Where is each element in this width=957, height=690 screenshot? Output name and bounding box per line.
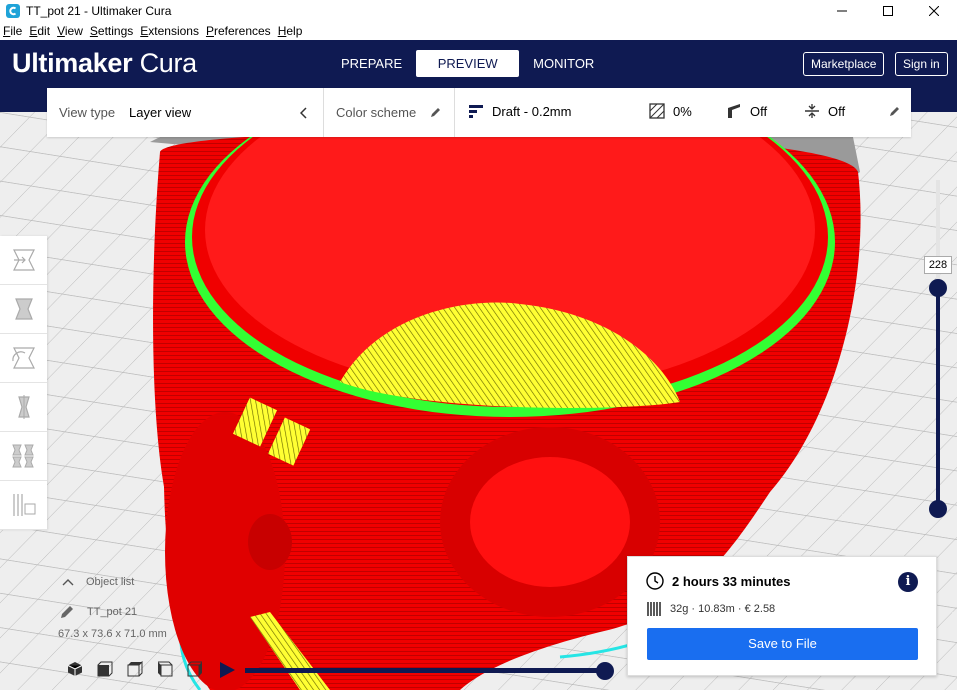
tab-monitor[interactable]: MONITOR (521, 50, 606, 77)
marketplace-button[interactable]: Marketplace (803, 52, 885, 76)
cube-left-icon (158, 661, 173, 677)
adhesion-value: Off (828, 104, 846, 119)
menu-preferences[interactable]: Preferences (203, 24, 274, 38)
ultimaker-cura-logo: Ultimaker Cura (12, 48, 197, 78)
object-list-toggle[interactable]: Object list (58, 572, 167, 592)
print-info-panel: 2 hours 33 minutes i 32g · 10.83m · € 2.… (627, 556, 937, 676)
material-estimate: 32g · 10.83m · € 2.58 (646, 601, 775, 617)
menu-help[interactable]: Help (275, 24, 306, 38)
pencil-icon (890, 107, 899, 116)
clock-icon (646, 572, 664, 590)
object-name: TT_pot 21 (87, 606, 138, 618)
path-slider-handle[interactable] (596, 662, 614, 680)
view-settings-toolbar: View type Layer view Color scheme Draft … (47, 88, 911, 137)
color-scheme-label: Color scheme (336, 105, 417, 120)
object-dimensions: 67.3 x 73.6 x 71.0 mm (58, 628, 167, 640)
scale-tool-button[interactable] (0, 285, 47, 334)
profile-label: Draft - 0.2mm (492, 104, 572, 119)
pencil-icon (61, 606, 73, 618)
minimize-button[interactable] (819, 0, 865, 21)
menu-extensions[interactable]: Extensions (137, 24, 202, 38)
menu-file[interactable]: File (0, 24, 25, 38)
layer-number-input[interactable]: 228 (924, 256, 952, 274)
menu-view[interactable]: View (54, 24, 86, 38)
view-3d-button[interactable] (60, 658, 90, 680)
support-blocker-tool-button[interactable] (0, 481, 47, 530)
view-top-button[interactable] (120, 658, 150, 680)
cube-3d-icon (67, 662, 83, 676)
mirror-icon (17, 395, 30, 419)
menu-edit[interactable]: Edit (26, 24, 53, 38)
per-model-settings-icon (11, 444, 34, 468)
title-bar: TT_pot 21 - Ultimaker Cura (0, 0, 957, 21)
view-type-value: Layer view (129, 105, 192, 120)
layer-slider-active (936, 290, 940, 510)
save-to-file-button[interactable]: Save to File (647, 628, 918, 660)
print-time-value: 2 hours 33 minutes (672, 573, 791, 589)
layer-slider-track[interactable] (936, 180, 940, 510)
scale-icon (14, 298, 33, 320)
chevron-up-icon (62, 579, 74, 586)
object-name-row[interactable]: TT_pot 21 (58, 602, 167, 622)
sign-in-button[interactable]: Sign in (895, 52, 948, 76)
print-settings-selector[interactable]: Draft - 0.2mm 0% Off Off (455, 88, 911, 137)
close-icon (929, 5, 939, 16)
path-slider-track[interactable] (245, 668, 607, 673)
material-value: 32g · 10.83m · € 2.58 (670, 603, 776, 615)
view-left-button[interactable] (150, 658, 180, 680)
move-icon (12, 249, 35, 271)
per-model-settings-tool-button[interactable] (0, 432, 47, 481)
move-tool-button[interactable] (0, 236, 47, 285)
view-right-button[interactable] (180, 658, 210, 680)
cura-app-icon (6, 3, 20, 18)
maximize-button[interactable] (865, 0, 911, 21)
adhesion-icon (805, 104, 819, 118)
close-button[interactable] (911, 0, 957, 21)
cube-front-icon (97, 661, 113, 677)
object-list-label: Object list (86, 576, 135, 588)
rotate-tool-button[interactable] (0, 334, 47, 383)
layer-slider-upper-handle[interactable] (929, 279, 947, 297)
support-value: Off (750, 104, 768, 119)
infill-value: 0% (673, 104, 692, 119)
support-blocker-icon (12, 494, 35, 516)
tab-preview[interactable]: PREVIEW (416, 50, 520, 77)
info-icon[interactable]: i (898, 572, 918, 592)
maximize-icon (883, 5, 893, 16)
tab-prepare[interactable]: PREPARE (329, 50, 414, 77)
menu-settings[interactable]: Settings (87, 24, 136, 38)
support-icon (728, 104, 740, 118)
rotate-icon (11, 347, 35, 369)
print-time: 2 hours 33 minutes (646, 572, 790, 590)
minimize-icon (837, 10, 847, 11)
stage-tabs: PREPARE PREVIEW MONITOR (329, 50, 608, 77)
object-list-panel: Object list TT_pot 21 67.3 x 73.6 x 71.0… (58, 572, 167, 644)
layer-slider-lower-handle[interactable] (929, 500, 947, 518)
mirror-tool-button[interactable] (0, 383, 47, 432)
window-title: TT_pot 21 - Ultimaker Cura (26, 3, 172, 18)
cube-top-icon (127, 661, 143, 677)
menu-bar: File Edit View Settings Extensions Prefe… (0, 21, 957, 40)
profile-icon (469, 105, 483, 118)
tool-panel (0, 236, 47, 530)
view-front-button[interactable] (90, 658, 120, 680)
spool-icon (647, 602, 661, 616)
view-type-selector[interactable]: View type Layer view (47, 88, 324, 137)
pencil-icon (431, 108, 440, 117)
play-icon[interactable] (218, 661, 236, 679)
color-scheme-selector[interactable]: Color scheme (324, 88, 455, 137)
infill-icon (649, 103, 665, 119)
camera-view-buttons (60, 658, 210, 680)
view-type-label: View type (59, 105, 116, 120)
cube-right-icon (187, 661, 202, 677)
chevron-left-icon (300, 106, 307, 119)
